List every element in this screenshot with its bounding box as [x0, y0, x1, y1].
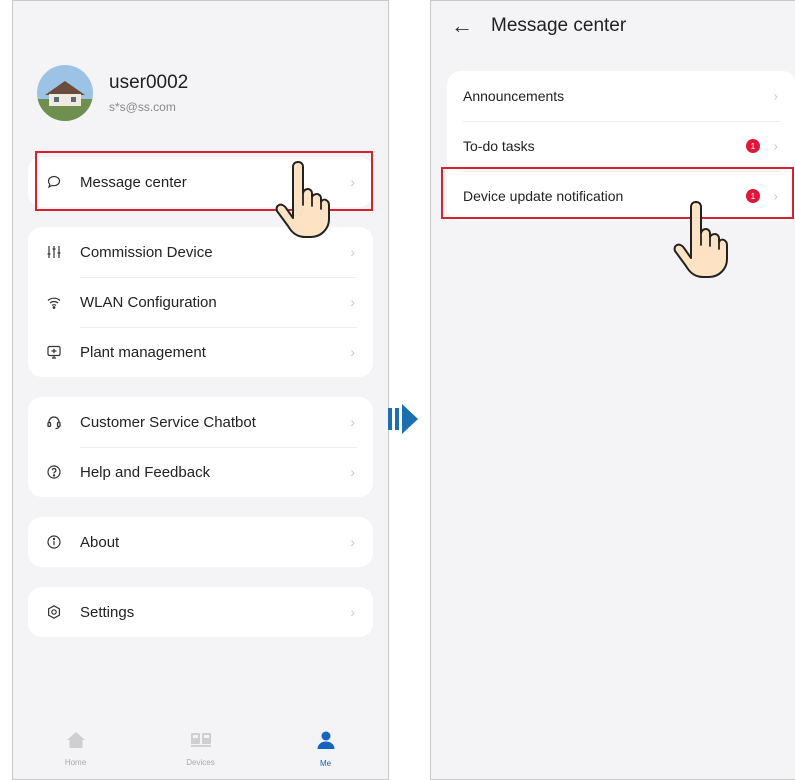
page-title: Message center [491, 15, 627, 36]
back-arrow-icon[interactable]: ← [451, 13, 473, 39]
chevron-right-icon: › [773, 88, 778, 104]
help-circle-icon [44, 462, 64, 482]
chevron-right-icon: › [350, 464, 355, 480]
device-tools-card: Commission Device › WLAN Configuration ›… [28, 227, 373, 377]
menu-item-plant-management[interactable]: Plant management › [28, 327, 373, 377]
menu-item-customer-service-chatbot[interactable]: Customer Service Chatbot › [28, 397, 373, 447]
settings-card: Settings › [28, 587, 373, 637]
menu-item-settings[interactable]: Settings › [28, 587, 373, 637]
wifi-icon [44, 292, 64, 312]
next-step-arrow-icon [388, 404, 418, 434]
menu-item-label: Settings [80, 603, 135, 621]
bottom-tab-bar: Home Devices Me [13, 719, 388, 779]
list-item-label: Announcements [463, 88, 565, 104]
menu-item-label: WLAN Configuration [80, 293, 217, 311]
tab-label: Devices [186, 758, 215, 767]
pointing-hand-icon [673, 201, 728, 278]
user-profile[interactable]: user0002 s*s@ss.com [37, 65, 188, 121]
sliders-icon [44, 242, 64, 262]
support-card: Customer Service Chatbot › Help and Feed… [28, 397, 373, 497]
person-icon [316, 730, 336, 755]
gear-icon [44, 602, 64, 622]
menu-item-about[interactable]: About › [28, 517, 373, 567]
chevron-right-icon: › [350, 534, 355, 550]
info-circle-icon [44, 532, 64, 552]
about-card: About › [28, 517, 373, 567]
chevron-right-icon: › [350, 604, 355, 620]
menu-item-label: About [80, 533, 120, 551]
menu-item-label: Plant management [80, 343, 206, 361]
highlight-box [441, 167, 794, 219]
chevron-right-icon: › [350, 344, 355, 360]
message-center-screen: ← Message center Announcements › To-do t… [430, 0, 795, 780]
headset-icon [44, 412, 64, 432]
tab-home[interactable]: Home [36, 731, 116, 767]
chevron-right-icon: › [773, 138, 778, 154]
pointing-hand-icon [275, 161, 330, 238]
devices-icon [190, 731, 212, 754]
list-item-announcements[interactable]: Announcements › [447, 71, 795, 121]
chevron-right-icon: › [350, 244, 355, 260]
tab-label: Home [64, 758, 87, 767]
list-item-label: To-do tasks [463, 138, 535, 154]
avatar [37, 65, 93, 121]
user-email: s*s@ss.com [109, 100, 176, 114]
chevron-right-icon: › [350, 294, 355, 310]
tab-label: Me [319, 759, 332, 768]
header: ← Message center [451, 13, 626, 39]
me-screen: user0002 s*s@ss.com Message center › Com… [12, 0, 389, 780]
chevron-right-icon: › [350, 414, 355, 430]
unread-badge: 1 [746, 139, 760, 153]
username: user0002 [109, 72, 189, 93]
home-icon [66, 731, 86, 754]
tab-me[interactable]: Me [286, 730, 366, 768]
menu-item-label: Commission Device [80, 243, 213, 261]
menu-item-label: Help and Feedback [80, 463, 211, 481]
tab-devices[interactable]: Devices [161, 731, 241, 767]
list-item-to-do-tasks[interactable]: To-do tasks 1 › [447, 121, 795, 171]
menu-item-help-and-feedback[interactable]: Help and Feedback › [28, 447, 373, 497]
menu-item-label: Customer Service Chatbot [80, 413, 256, 431]
plant-screen-icon [44, 342, 64, 362]
menu-item-wlan-configuration[interactable]: WLAN Configuration › [28, 277, 373, 327]
